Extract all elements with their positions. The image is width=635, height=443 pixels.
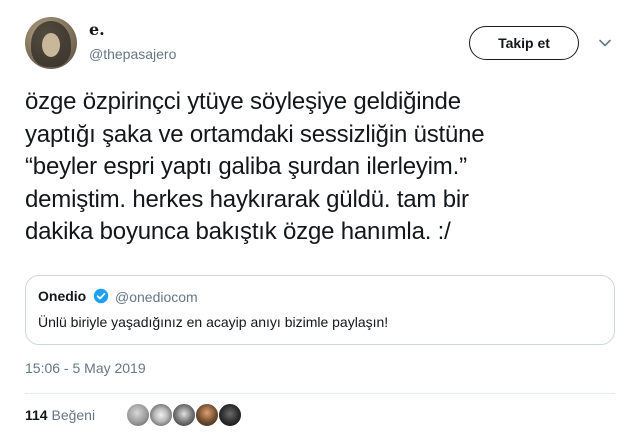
chevron-down-icon[interactable] <box>598 36 612 50</box>
verified-badge-icon <box>93 288 109 304</box>
liker-avatar[interactable] <box>172 403 196 427</box>
liker-avatar[interactable] <box>126 403 150 427</box>
quoted-tweet-text: Ünlü biriyle yaşadığınız en acayip anıyı… <box>38 314 389 330</box>
tweet-text: özge özpirinçci ytüye söyleşiye geldiğin… <box>25 86 615 249</box>
tweet-timestamp[interactable]: 15:06 - 5 May 2019 <box>25 360 146 376</box>
avatar-face <box>42 33 60 57</box>
liker-avatar[interactable] <box>195 403 219 427</box>
tweet-line: “beyler espri yaptı galiba şurdan ilerle… <box>25 153 467 180</box>
tweet-line: yaptığı şaka ve ortamdaki sessizliğin üs… <box>25 120 485 148</box>
liker-avatar[interactable] <box>149 403 173 427</box>
follow-button[interactable]: Takip et <box>469 26 579 60</box>
tweet-line: dakika boyunca bakıştık özge hanımla. :/ <box>25 218 451 245</box>
author-avatar[interactable] <box>25 17 77 69</box>
tweet-line: demiştim. herkes haykırarak güldü. tam b… <box>25 185 469 213</box>
quoted-tweet-card[interactable]: Onedio @onediocom Ünlü biriyle yaşadığın… <box>25 275 615 345</box>
author-name[interactable]: e. <box>89 20 105 39</box>
author-handle[interactable]: @thepasajero <box>89 46 176 62</box>
likes-number: 114 <box>25 407 48 423</box>
quoted-author-handle: @onediocom <box>115 289 198 305</box>
divider <box>25 393 615 394</box>
liker-avatar[interactable] <box>218 403 242 427</box>
likes-label: Beğeni <box>51 407 96 423</box>
tweet-line: özge özpirinçci ytüye söyleşiye geldiğin… <box>25 88 461 115</box>
quoted-author-name: Onedio <box>38 288 87 304</box>
likes-count[interactable]: 114 Beğeni <box>25 407 95 423</box>
